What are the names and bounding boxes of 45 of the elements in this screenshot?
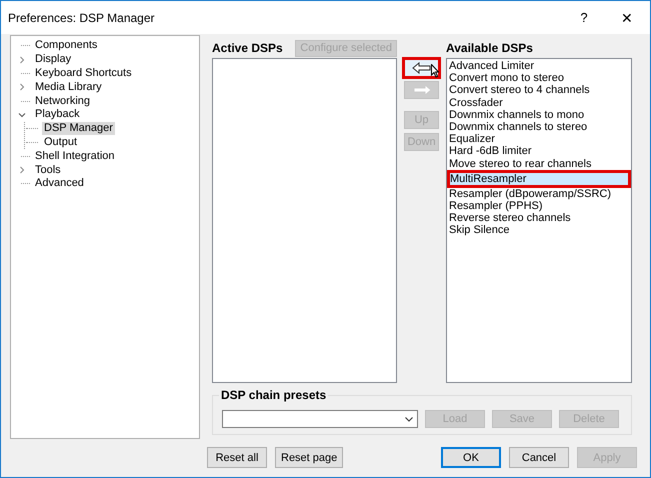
- tree-item[interactable]: Tools: [33, 164, 63, 177]
- right-arrow-icon: [412, 84, 432, 96]
- chevron-icon[interactable]: [18, 83, 26, 92]
- list-item[interactable]: Downmix channels to stereo: [449, 120, 629, 134]
- list-item[interactable]: Convert mono to stereo: [449, 72, 629, 84]
- list-item[interactable]: Resampler (PPHS): [449, 200, 629, 212]
- chevron-icon[interactable]: [18, 56, 26, 64]
- list-item[interactable]: Hard -6dB limiter: [449, 145, 629, 158]
- mouse-pointer-icon: [431, 64, 439, 78]
- tree-item[interactable]: Networking: [33, 94, 92, 108]
- dialog-button[interactable]: Cancel: [509, 447, 569, 468]
- list-item[interactable]: Crossfader: [449, 96, 629, 109]
- move-left-button[interactable]: [404, 59, 439, 77]
- list-item[interactable]: Downmix channels to mono: [449, 108, 629, 121]
- section-title: Active DSPs: [212, 41, 283, 55]
- tree-item[interactable]: Playback: [33, 108, 82, 122]
- group-title: DSP chain presets: [219, 388, 328, 402]
- list-item[interactable]: Equalizer: [449, 133, 629, 146]
- tree-item[interactable]: Output: [42, 136, 80, 149]
- tree-item[interactable]: Advanced: [33, 177, 86, 190]
- tree-item[interactable]: Display: [33, 53, 74, 66]
- left-arrow-icon: [412, 62, 432, 74]
- chevron-icon[interactable]: [18, 110, 26, 119]
- tree-item[interactable]: Components: [33, 39, 100, 52]
- preset-dropdown[interactable]: [222, 410, 418, 428]
- reset-button[interactable]: Reset page: [275, 447, 344, 468]
- tree-item[interactable]: Shell Integration: [33, 150, 116, 163]
- dropdown-icon: [405, 416, 413, 422]
- dialog-button[interactable]: OK: [441, 447, 501, 468]
- list-item[interactable]: Convert stereo to 4 channels: [449, 84, 629, 97]
- section-title: Available DSPs: [446, 41, 533, 55]
- tree-item[interactable]: DSP Manager: [42, 122, 115, 136]
- list-item[interactable]: Advanced Limiter: [449, 60, 629, 72]
- list-item[interactable]: Resampler (dBpoweramp/SSRC): [449, 188, 629, 200]
- tree-item[interactable]: Media Library: [33, 80, 104, 94]
- chevron-icon[interactable]: [18, 166, 26, 174]
- list-item[interactable]: MultiResampler: [447, 170, 631, 188]
- help-button[interactable]: ?: [564, 10, 604, 25]
- close-button[interactable]: ✕: [604, 10, 650, 26]
- list-item[interactable]: Skip Silence: [449, 224, 629, 236]
- list-item[interactable]: Move stereo to rear channels: [449, 158, 629, 170]
- window-title: Preferences: DSP Manager: [8, 10, 156, 24]
- tree-item[interactable]: Keyboard Shortcuts: [33, 66, 134, 80]
- reset-button[interactable]: Reset all: [207, 447, 267, 468]
- list-item[interactable]: Reverse stereo channels: [449, 212, 629, 224]
